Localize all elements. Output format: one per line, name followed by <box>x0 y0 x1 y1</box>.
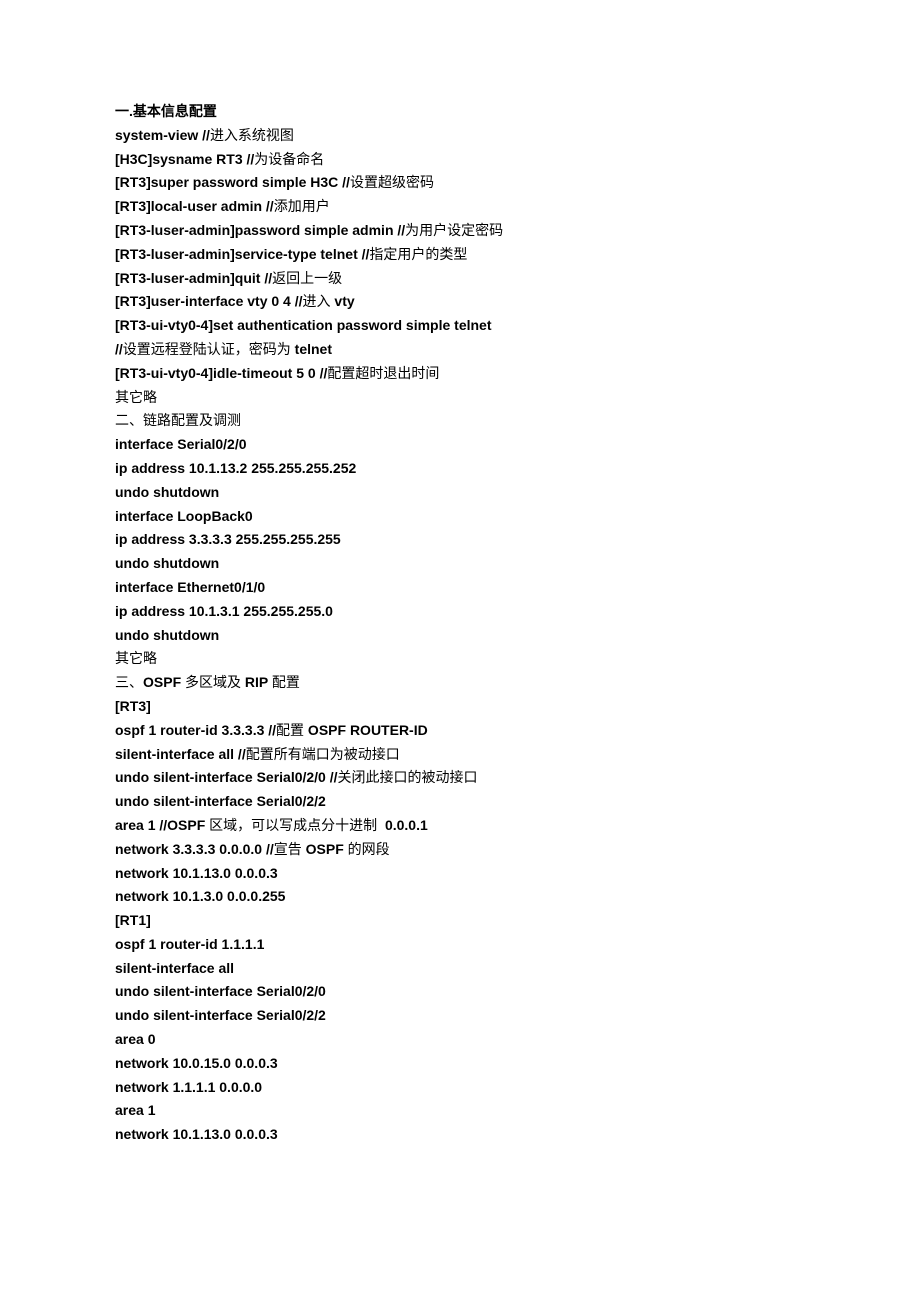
text-line: area 1 <box>115 1099 805 1123</box>
text-line: 三、OSPF 多区域及 RIP 配置 <box>115 671 805 695</box>
text-line: network 10.0.15.0 0.0.0.3 <box>115 1052 805 1076</box>
text-line: silent-interface all <box>115 957 805 981</box>
text-line: 其它略 <box>115 386 805 410</box>
text-line: undo shutdown <box>115 481 805 505</box>
text-line: ospf 1 router-id 1.1.1.1 <box>115 933 805 957</box>
text-line: [RT1] <box>115 909 805 933</box>
text-line: ip address 10.1.13.2 255.255.255.252 <box>115 457 805 481</box>
text-line: network 1.1.1.1 0.0.0.0 <box>115 1076 805 1100</box>
text-line: ip address 10.1.3.1 255.255.255.0 <box>115 600 805 624</box>
text-line: network 10.1.13.0 0.0.0.3 <box>115 862 805 886</box>
text-line: [RT3-ui-vty0-4]idle-timeout 5 0 //配置超时退出… <box>115 362 805 386</box>
text-line: undo silent-interface Serial0/2/2 <box>115 1004 805 1028</box>
document-content: 一.基本信息配置system-view //进入系统视图[H3C]sysname… <box>115 100 805 1147</box>
text-line: area 1 //OSPF 区域，可以写成点分十进制 0.0.0.1 <box>115 814 805 838</box>
text-line: [RT3-luser-admin]service-type telnet //指… <box>115 243 805 267</box>
text-line: ip address 3.3.3.3 255.255.255.255 <box>115 528 805 552</box>
text-line: [RT3-luser-admin]quit //返回上一级 <box>115 267 805 291</box>
text-line: system-view //进入系统视图 <box>115 124 805 148</box>
text-line: undo silent-interface Serial0/2/0 <box>115 980 805 1004</box>
text-line: 其它略 <box>115 647 805 671</box>
text-line: [RT3]local-user admin //添加用户 <box>115 195 805 219</box>
text-line: [H3C]sysname RT3 //为设备命名 <box>115 148 805 172</box>
text-line: undo shutdown <box>115 552 805 576</box>
text-line: [RT3] <box>115 695 805 719</box>
text-line: [RT3]user-interface vty 0 4 //进入 vty <box>115 290 805 314</box>
text-line: interface Ethernet0/1/0 <box>115 576 805 600</box>
text-line: //设置远程登陆认证，密码为 telnet <box>115 338 805 362</box>
text-line: undo shutdown <box>115 624 805 648</box>
text-line: silent-interface all //配置所有端口为被动接口 <box>115 743 805 767</box>
text-line: [RT3-ui-vty0-4]set authentication passwo… <box>115 314 805 338</box>
text-line: interface LoopBack0 <box>115 505 805 529</box>
text-line: [RT3-luser-admin]password simple admin /… <box>115 219 805 243</box>
text-line: network 10.1.3.0 0.0.0.255 <box>115 885 805 909</box>
text-line: network 3.3.3.3 0.0.0.0 //宣告 OSPF 的网段 <box>115 838 805 862</box>
text-line: interface Serial0/2/0 <box>115 433 805 457</box>
text-line: [RT3]super password simple H3C //设置超级密码 <box>115 171 805 195</box>
text-line: network 10.1.13.0 0.0.0.3 <box>115 1123 805 1147</box>
text-line: area 0 <box>115 1028 805 1052</box>
text-line: undo silent-interface Serial0/2/2 <box>115 790 805 814</box>
text-line: ospf 1 router-id 3.3.3.3 //配置 OSPF ROUTE… <box>115 719 805 743</box>
text-line: 二、链路配置及调测 <box>115 409 805 433</box>
text-line: 一.基本信息配置 <box>115 100 805 124</box>
text-line: undo silent-interface Serial0/2/0 //关闭此接… <box>115 766 805 790</box>
